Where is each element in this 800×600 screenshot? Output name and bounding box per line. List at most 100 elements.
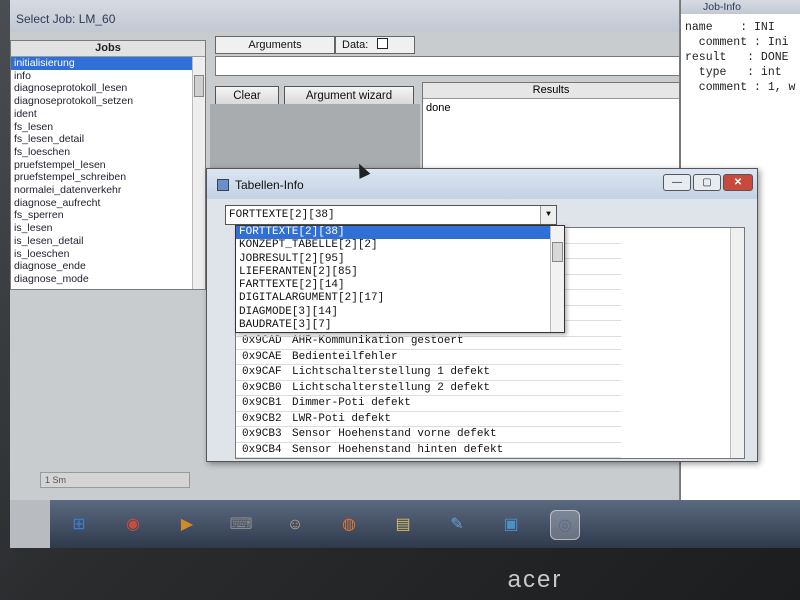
job-list-item[interactable]: diagnoseprotokoll_setzen — [11, 95, 193, 108]
table-scrollbar[interactable] — [730, 228, 744, 458]
dropdown-item[interactable]: DIGITALARGUMENT[2][17] — [236, 292, 564, 305]
fault-code: 0x9CB3 — [242, 428, 282, 440]
job-list-item[interactable]: fs_sperren — [11, 209, 193, 222]
job-list-item[interactable]: is_lesen_detail — [11, 235, 193, 248]
fault-text: Sensor Hoehenstand hinten defekt — [292, 443, 504, 456]
dropdown-items: FORTTEXTE[2][38] KONZEPT_TABELLE[2][2] JOB… — [236, 226, 564, 332]
jobs-scroll-thumb[interactable] — [194, 75, 204, 97]
fault-text: LWR-Poti defekt — [292, 412, 392, 425]
data-header: Data: — [335, 36, 415, 54]
table-dropdown-list[interactable]: FORTTEXTE[2][38] KONZEPT_TABELLE[2][2] JOB… — [235, 225, 565, 333]
chevron-down-icon[interactable]: ▼ — [540, 206, 556, 224]
dropdown-item[interactable]: DIAGMODE[3][14] — [236, 306, 564, 319]
eye-app-icon[interactable]: ◎ — [550, 510, 580, 540]
job-list-item[interactable]: info — [11, 70, 193, 83]
dropdown-item[interactable]: LIEFERANTEN[2][85] — [236, 266, 564, 279]
job-info-content: name : INI comment : Ini result : DONE ty… — [681, 14, 800, 95]
job-list-item[interactable]: is_lesen — [11, 222, 193, 235]
arguments-header: Arguments — [215, 36, 335, 54]
fault-code: 0x9CAE — [242, 350, 282, 363]
maximize-button[interactable]: ▢ — [693, 174, 721, 191]
tabellen-info-dialog: Tabellen-Info — ▢ ✕ FORTTEXTE[2][38] ▼ 0… — [206, 168, 758, 462]
job-list-item[interactable]: fs_lesen — [11, 121, 193, 134]
clear-button[interactable]: Clear — [215, 86, 279, 106]
user-tool-icon[interactable]: ☺ — [280, 510, 310, 540]
paint-icon[interactable]: ✎ — [442, 510, 472, 540]
job-list-item[interactable]: diagnoseprotokoll_lesen — [11, 82, 193, 95]
arguments-input[interactable] — [215, 56, 680, 76]
fault-code: 0x9CB4 — [242, 443, 282, 456]
fault-text: Bedienteilfehler — [292, 350, 398, 363]
table-row: 0x9CB4 Sensor Hoehenstand hinten defekt — [236, 443, 621, 458]
job-list-item[interactable]: diagnose_mode — [11, 273, 193, 286]
keyboard-icon[interactable]: ⌨ — [226, 510, 256, 540]
dropdown-item[interactable]: FORTTEXTE[2][38] — [236, 226, 564, 240]
status-bar: 1 Sm — [40, 472, 190, 488]
windows-start-icon[interactable]: ⊞ — [64, 510, 94, 540]
media-player-icon[interactable]: ▶ — [172, 510, 202, 540]
argument-wizard-button[interactable]: Argument wizard — [284, 86, 414, 106]
dialog-title: Tabellen-Info — [235, 178, 304, 192]
fault-code: 0x9CAD — [242, 335, 282, 347]
fault-code: 0x9CB0 — [242, 381, 282, 394]
job-info-line: result : DONE — [685, 51, 789, 64]
job-list-item[interactable]: ident — [11, 108, 193, 121]
job-info-line: comment : 1, w — [685, 81, 796, 94]
taskbar: ⊞ ◉ ▶ ⌨ ☺ ◍ ▤ ✎ ▣ ◎ — [50, 500, 800, 548]
jobs-header: Jobs — [11, 41, 205, 57]
data-checkbox[interactable] — [377, 38, 389, 49]
job-list-item[interactable]: fs_loeschen — [11, 146, 193, 159]
job-list-item[interactable]: diagnose_aufrecht — [11, 197, 193, 210]
job-info-line: name : INI — [685, 21, 775, 34]
dropdown-item[interactable]: KONZEPT_TABELLE[2][2] — [236, 239, 564, 252]
table-row: 0x9CAF Lichtschalterstellung 1 defekt — [236, 365, 621, 381]
job-list-item[interactable]: pruefstempel_schreiben — [11, 171, 193, 184]
job-list-item[interactable]: diagnose_ende — [11, 260, 193, 273]
results-header: Results — [423, 83, 679, 99]
fault-text: AHR-Kommunikation gestoert — [292, 335, 464, 347]
job-list-item[interactable]: pruefstempel_lesen — [11, 159, 193, 172]
dropdown-item[interactable]: BAUDRATE[3][7] — [236, 319, 564, 332]
job-gray-panel — [210, 104, 420, 174]
screen: Select Job: LM_60 Jobs initialisierung in… — [10, 0, 800, 548]
job-list-item[interactable]: fs_lesen_detail — [11, 133, 193, 146]
close-button[interactable]: ✕ — [723, 174, 753, 191]
table-row: 0x9CB3 Sensor Hoehenstand vorne defekt — [236, 427, 621, 443]
fault-code: 0x9CB2 — [242, 412, 282, 425]
jobs-list[interactable]: initialisierung info diagnoseprotokoll_les… — [11, 57, 193, 289]
table-select-value: FORTTEXTE[2][38] — [229, 209, 335, 221]
chrome-icon[interactable]: ◉ — [118, 510, 148, 540]
firefox-icon[interactable]: ◍ — [334, 510, 364, 540]
minimize-button[interactable]: — — [663, 174, 691, 191]
fault-text: Lichtschalterstellung 2 defekt — [292, 381, 491, 394]
job-list-item[interactable]: normalei_datenverkehr — [11, 184, 193, 197]
fault-text: Sensor Hoehenstand vorne defekt — [292, 428, 497, 440]
fault-code: 0x9CB1 — [242, 397, 282, 409]
fault-code: 0x9CAF — [242, 366, 282, 378]
job-info-line: type : int — [685, 66, 782, 79]
fault-text: Lichtschalterstellung 1 defekt — [292, 366, 491, 378]
results-value: done — [426, 102, 451, 114]
dropdown-item[interactable]: FARTTEXTE[2][14] — [236, 279, 564, 292]
table-icon — [217, 179, 229, 191]
table-row: 0x9CB2 LWR-Poti defekt — [236, 412, 621, 427]
job-info-title: Job-Info — [681, 0, 800, 14]
select-job-title: Select Job: LM_60 — [10, 0, 679, 32]
dialog-titlebar: Tabellen-Info — ▢ ✕ — [207, 169, 757, 199]
dropdown-scroll-thumb[interactable] — [552, 242, 563, 262]
results-panel: Results done — [422, 82, 680, 170]
fault-text: Dimmer-Poti defekt — [292, 397, 411, 409]
dropdown-scrollbar[interactable] — [550, 226, 564, 332]
jobs-panel: Jobs initialisierung info diagnoseprotokol… — [10, 40, 206, 290]
jobs-scrollbar[interactable] — [192, 57, 205, 289]
laptop-brand-logo: acer — [507, 566, 563, 593]
job-list-item[interactable]: initialisierung — [11, 57, 193, 70]
folder-icon[interactable]: ▤ — [388, 510, 418, 540]
remote-desktop-icon[interactable]: ▣ — [496, 510, 526, 540]
dropdown-item[interactable]: JOBRESULT[2][95] — [236, 253, 564, 266]
job-info-line: comment : Ini — [685, 36, 789, 49]
table-row: 0x9CAE Bedienteilfehler — [236, 350, 621, 365]
table-select[interactable]: FORTTEXTE[2][38] ▼ — [225, 205, 557, 225]
data-label: Data: — [342, 39, 369, 51]
job-list-item[interactable]: is_loeschen — [11, 248, 193, 261]
